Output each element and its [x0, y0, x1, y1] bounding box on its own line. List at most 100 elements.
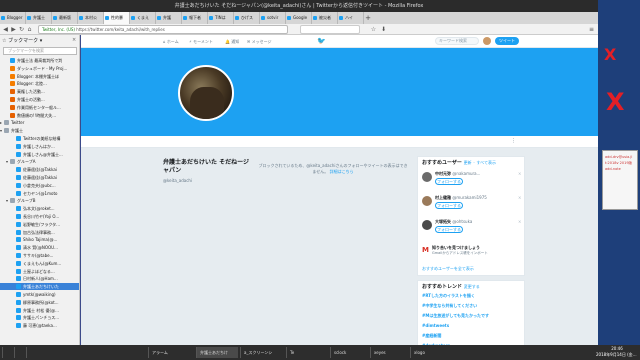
bookmark-folder[interactable]: ▾ 弁護士	[0, 127, 79, 134]
browser-tab[interactable]: 被災者	[312, 12, 338, 24]
bookmark-item[interactable]: ササキ(@tabe...	[0, 252, 79, 259]
trend-item[interactable]: #産経新聞	[422, 333, 522, 338]
reload-button[interactable]: ↻	[18, 26, 25, 33]
trend-item[interactable]: #中学生なら共有してください	[422, 303, 522, 308]
bookmark-item[interactable]: 柳原事務所(@kot...	[0, 299, 79, 306]
browser-tab[interactable]: 弁護士	[26, 12, 52, 24]
new-tab-button[interactable]: +	[364, 12, 372, 24]
view-all-link[interactable]: すべて表示	[476, 160, 496, 165]
bookmark-folder[interactable]: ▾ グループA	[0, 158, 79, 165]
trend-item[interactable]: #dimtweets	[422, 323, 522, 328]
folder-toggle-icon[interactable]: ▾	[6, 158, 8, 165]
taskbar-item[interactable]: a_スクリーンシ	[240, 347, 284, 358]
bookmark-item[interactable]: 弁護しさんはか...	[0, 143, 79, 150]
avatar[interactable]	[422, 172, 432, 182]
avatar[interactable]	[483, 37, 491, 45]
browser-tab[interactable]: くまえ	[130, 12, 156, 24]
nav-home[interactable]: ⌂ ホーム	[163, 37, 179, 46]
close-icon[interactable]: ×	[518, 195, 521, 200]
bookmark-item[interactable]: 岩野敏生/フラクタ...	[0, 221, 79, 228]
bookmark-item[interactable]: 棄権した活動...	[0, 88, 79, 95]
browser-tab[interactable]: 最新版	[52, 12, 78, 24]
bookmark-star-icon[interactable]: ☆	[370, 26, 377, 33]
browser-tab[interactable]: ハイ	[338, 12, 364, 24]
bookmark-item[interactable]: 弁護しさん@弁護士...	[0, 151, 79, 158]
folder-toggle-icon[interactable]: ▸	[0, 119, 2, 126]
bookmark-item[interactable]: 弘本文(@roket...	[0, 205, 79, 212]
trend-item[interactable]: #RTした方のイラストを描く	[422, 293, 522, 298]
bookmark-item[interactable]: 作業用紙センタ一般ル...	[0, 104, 79, 111]
sidebar-close-button[interactable]: ×	[72, 37, 76, 43]
bookmark-item[interactable]: Blogger: 本棚弁護士ほ	[0, 73, 79, 80]
browser-search-input[interactable]	[300, 25, 360, 34]
bookmark-item[interactable]: 清水 賢(@NOOU...	[0, 244, 79, 251]
bookmark-folder[interactable]: ▸ Twitter	[0, 119, 79, 126]
home-button[interactable]: ⌂	[26, 26, 33, 33]
bookmark-item[interactable]: 加古弘法律事務...	[0, 229, 79, 236]
learn-more-link[interactable]: 詳細はこちら	[330, 169, 354, 174]
browser-tab[interactable]: 弁護	[156, 12, 182, 24]
taskbar-item[interactable]: xeyes	[370, 347, 408, 358]
bookmark-search-input[interactable]: ブックマークを検索	[3, 47, 77, 55]
bookmark-item[interactable]: Shiko Tajima(@...	[0, 236, 79, 243]
reload-link[interactable]: 更新	[464, 160, 472, 165]
avatar[interactable]	[422, 220, 432, 230]
nav-moments[interactable]: ⚡ モーメント	[189, 37, 213, 46]
taskbar-item[interactable]	[26, 347, 36, 358]
bookmark-item[interactable]: 小倉克夫(@ubc...	[0, 182, 79, 189]
back-button[interactable]: ◀	[2, 26, 9, 33]
bookmark-item[interactable]: 日村新人(@Ham...	[0, 275, 79, 282]
bookmark-item[interactable]: 藤 可恵(@taeka...	[0, 322, 79, 329]
clock[interactable]: 20:46 2018年9月14日 (金曜日)	[596, 346, 638, 358]
taskbar-item[interactable]: xlogo	[410, 347, 446, 358]
nav-notifications[interactable]: 🔔 通知	[225, 37, 239, 46]
close-icon[interactable]: ×	[518, 171, 521, 176]
suggested-user-name[interactable]: 中村元弥 @nakamura...	[435, 171, 521, 177]
bookmark-item[interactable]: 数値順の!!時間大失...	[0, 112, 79, 119]
bookmark-item[interactable]: 弁護士の活動...	[0, 96, 79, 103]
suggested-user-name[interactable]: 大塚拓矢 @ohtsuka	[435, 219, 521, 225]
bookmark-item[interactable]: ymtk(@waiking)	[0, 291, 79, 298]
menu-icon[interactable]: ≡	[588, 26, 595, 33]
bookmark-item[interactable]: 土屋よほどなる...	[0, 268, 79, 275]
avatar[interactable]	[422, 196, 432, 206]
bookmark-item[interactable]: 弁護士 村松 優(@...	[0, 307, 79, 314]
folder-toggle-icon[interactable]: ▾	[0, 127, 2, 134]
bookmark-item[interactable]: 弁護士法 最高裁判所で判	[0, 57, 79, 64]
taskbar-item[interactable]: アラーム	[148, 347, 194, 358]
bookmark-item[interactable]: ダッシュボード - My Proj...	[0, 65, 79, 72]
more-options-icon[interactable]: ⋮	[511, 138, 516, 144]
bookmark-item[interactable]: 佐藤遥佳(@Takkai	[0, 166, 79, 173]
browser-tab[interactable]: 性的暴	[104, 12, 130, 24]
nav-messages[interactable]: ✉ メッセージ	[247, 37, 272, 46]
browser-tab[interactable]: ひげス	[234, 12, 260, 24]
suggested-user-name[interactable]: 村上健雅 @murakami1975	[435, 195, 521, 201]
bookmark-item[interactable]: 佐藤遥佳(@Takkai	[0, 174, 79, 181]
bookmark-item[interactable]: 弁護士あだちけいた	[0, 283, 79, 291]
downloads-icon[interactable]: ⬇	[380, 26, 387, 33]
bookmark-folder[interactable]: ▾ グループB	[0, 197, 79, 204]
browser-tab[interactable]: 報下者	[182, 12, 208, 24]
bookmark-item[interactable]: セカヤン(@1moto	[0, 190, 79, 197]
bookmark-item[interactable]: 弁護士パンチョス...	[0, 314, 79, 321]
taskbar-item[interactable]: 弁護士あだちけ	[196, 347, 238, 358]
forward-button[interactable]: ▶	[10, 26, 17, 33]
taskbar-item[interactable]	[14, 347, 24, 358]
close-icon[interactable]: ×	[518, 219, 521, 224]
url-bar[interactable]: Twitter, Inc. (US) https://twitter.com/k…	[38, 25, 288, 34]
profile-avatar[interactable]	[178, 65, 234, 121]
browser-tab[interactable]: TINは	[208, 12, 234, 24]
bookmark-item[interactable]: くまえもん(@Kum...	[0, 260, 79, 267]
taskbar-item[interactable]: Te	[286, 347, 328, 358]
taskbar-item[interactable]	[2, 347, 12, 358]
trend-item[interactable]: #Mは生放送がしても見たかったです	[422, 313, 522, 318]
bookmark-item[interactable]: 長谷川竹ヤ(Yoji O...	[0, 213, 79, 220]
gmail-import[interactable]: M 知り合いを見つけましょう Gmailからアドレス帳をインポート	[422, 245, 522, 261]
change-trends-link[interactable]: 変更する	[464, 284, 480, 289]
twitter-bird-icon[interactable]: 🐦	[317, 37, 326, 46]
browser-tab[interactable]: sotvir	[260, 12, 286, 24]
sidebar-header[interactable]: ☆ ブックマーク ▾	[2, 37, 78, 45]
taskbar-item[interactable]: sclock	[330, 347, 368, 358]
bookmark-item[interactable]: Twitterの美紙な結構	[0, 135, 79, 142]
browser-tab[interactable]: Google	[286, 12, 312, 24]
